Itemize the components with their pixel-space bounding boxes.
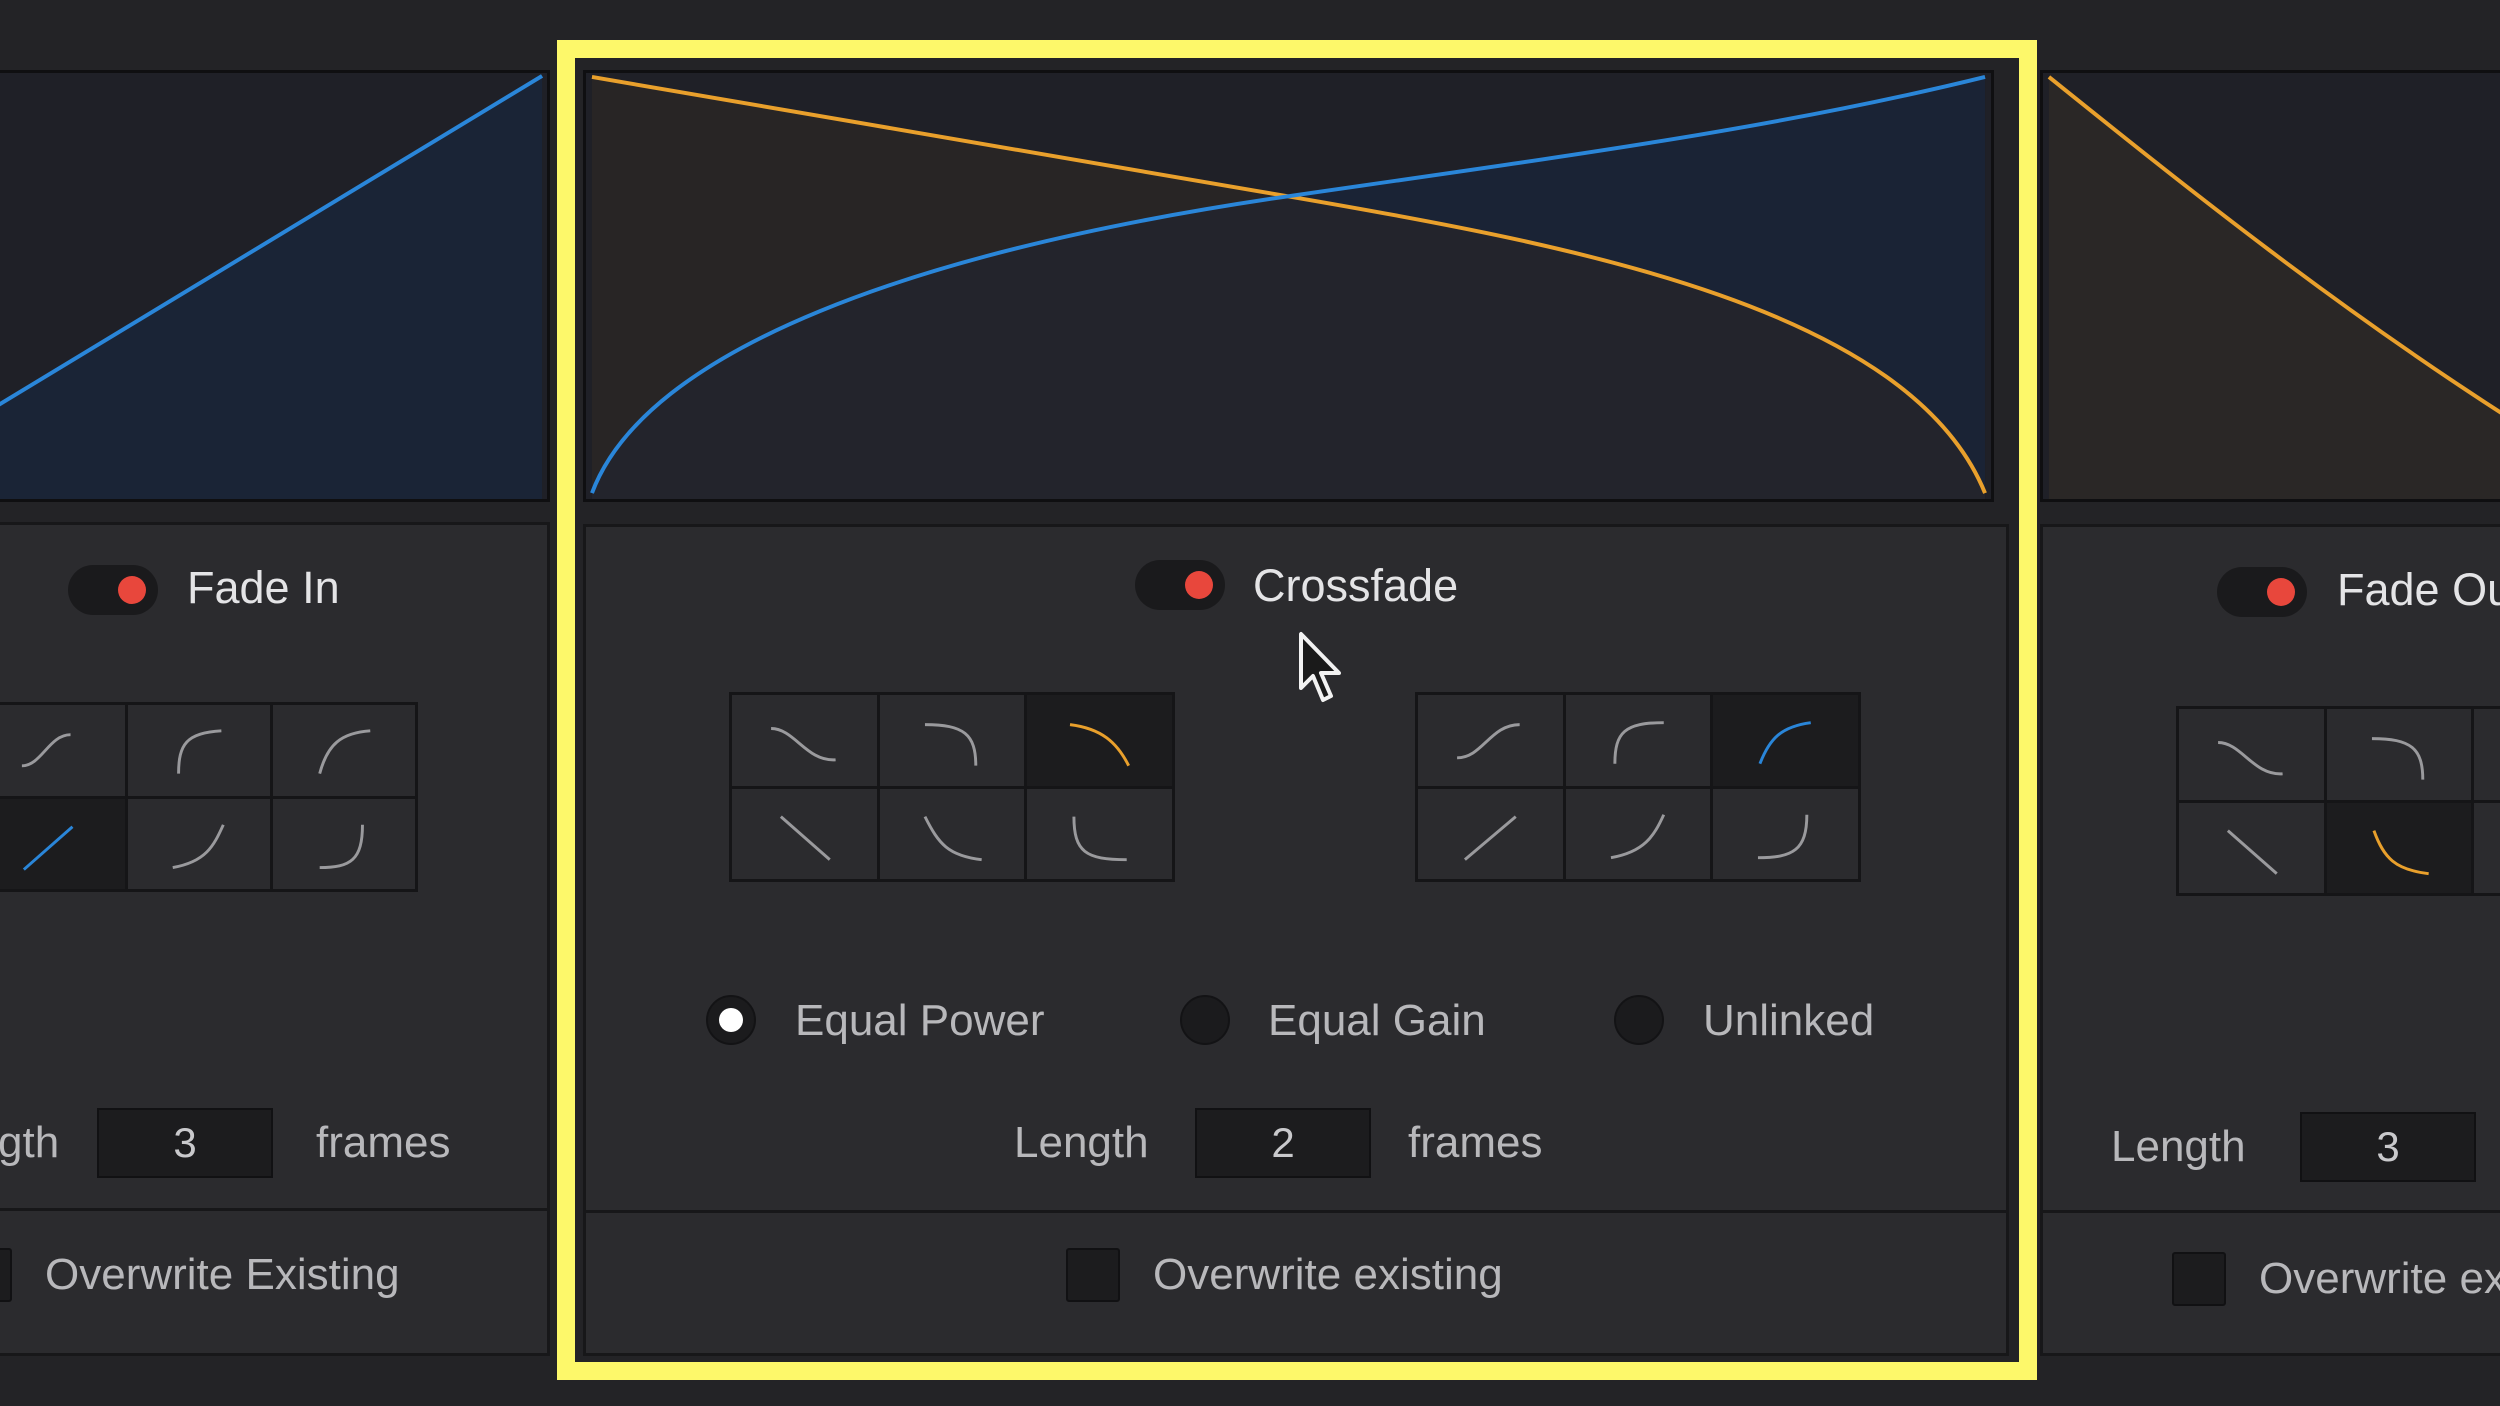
- mouse-pointer-icon: [1299, 632, 1341, 702]
- ease-out-icon[interactable]: [2474, 709, 2500, 800]
- crossfade-length-field[interactable]: 2: [1195, 1108, 1371, 1178]
- crossfade-graph: [583, 70, 1994, 502]
- fade-in-separator: [0, 1208, 547, 1211]
- ease-in-icon[interactable]: [2326, 802, 2472, 893]
- fade-in-overwrite-checkbox[interactable]: [0, 1248, 12, 1302]
- linear-icon[interactable]: [732, 788, 877, 879]
- crossfade-controls: [583, 524, 2009, 1356]
- ease-out-icon[interactable]: [1027, 695, 1172, 786]
- crossfade-frames-label: frames: [1408, 1118, 1543, 1167]
- fade-in-overwrite-label: Overwrite Existing: [45, 1250, 400, 1299]
- fade-in-length-field[interactable]: 3: [97, 1108, 273, 1178]
- equal-power-label[interactable]: Equal Power: [795, 996, 1044, 1046]
- crossfade-in-curve-grid: [1415, 692, 1861, 882]
- fade-in-curve-grid: [0, 702, 418, 892]
- ease-in-icon[interactable]: [273, 798, 415, 889]
- ease-in-icon[interactable]: [1713, 788, 1858, 879]
- fade-in-frames-label: frames: [316, 1118, 451, 1167]
- s-curve-icon[interactable]: [732, 695, 877, 786]
- linear-icon[interactable]: [1418, 788, 1563, 879]
- unlinked-radio[interactable]: [1614, 995, 1664, 1045]
- crossfade-length-label: Length: [1014, 1118, 1149, 1167]
- ease-out-icon[interactable]: [273, 705, 415, 796]
- fade-out-toggle[interactable]: [2217, 567, 2307, 617]
- ease-in-icon[interactable]: [2474, 802, 2500, 893]
- crossfade-title: Crossfade: [1253, 560, 1459, 611]
- s-curve-icon[interactable]: [2179, 709, 2324, 800]
- fade-in-graph: [0, 70, 550, 502]
- ease-out-icon[interactable]: [128, 705, 270, 796]
- s-curve-icon[interactable]: [0, 705, 125, 796]
- linear-icon[interactable]: [0, 798, 125, 889]
- fade-out-controls: [2040, 524, 2500, 1356]
- equal-gain-label[interactable]: Equal Gain: [1268, 996, 1486, 1046]
- ease-in-icon[interactable]: [879, 788, 1025, 879]
- ease-out-icon[interactable]: [1713, 695, 1858, 786]
- crossfade-overwrite-label: Overwrite existing: [1153, 1250, 1503, 1299]
- ease-in-icon[interactable]: [128, 798, 270, 889]
- fade-in-controls: [0, 522, 550, 1356]
- unlinked-label[interactable]: Unlinked: [1703, 996, 1874, 1046]
- equal-gain-radio[interactable]: [1180, 995, 1230, 1045]
- fade-out-graph: [2040, 70, 2500, 502]
- s-curve-icon[interactable]: [1418, 695, 1563, 786]
- crossfade-toggle[interactable]: [1135, 560, 1225, 610]
- crossfade-overwrite-checkbox[interactable]: [1066, 1248, 1120, 1302]
- equal-power-radio[interactable]: [706, 995, 756, 1045]
- fade-out-separator: [2043, 1210, 2500, 1213]
- fade-in-toggle[interactable]: [68, 565, 158, 615]
- fade-out-length-field[interactable]: 3: [2300, 1112, 2476, 1182]
- fade-out-title: Fade Ou: [2337, 564, 2500, 615]
- ease-out-icon[interactable]: [2326, 709, 2472, 800]
- crossfade-out-curve-grid: [729, 692, 1175, 882]
- ease-out-icon[interactable]: [1565, 695, 1711, 786]
- fade-out-curve-grid: [2176, 706, 2500, 896]
- ease-in-icon[interactable]: [1565, 788, 1711, 879]
- crossfade-separator: [586, 1210, 2006, 1213]
- fade-out-overwrite-label: Overwrite ex: [2259, 1254, 2500, 1303]
- fade-out-overwrite-checkbox[interactable]: [2172, 1252, 2226, 1306]
- ease-in-icon[interactable]: [1027, 788, 1172, 879]
- linear-icon[interactable]: [2179, 802, 2324, 893]
- fade-out-length-label: Length: [2111, 1122, 2246, 1171]
- ease-out-icon[interactable]: [879, 695, 1025, 786]
- fade-in-length-label: gth: [0, 1118, 60, 1167]
- fade-in-title: Fade In: [187, 562, 340, 613]
